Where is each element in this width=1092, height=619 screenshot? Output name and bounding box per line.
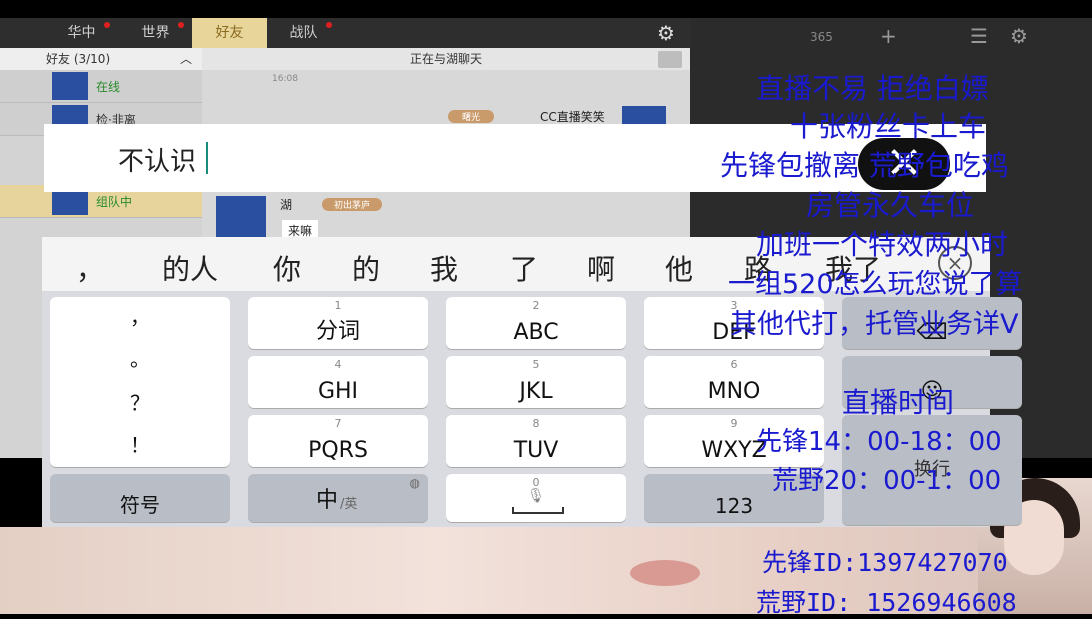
key-label: ABC (513, 320, 559, 345)
chevron-up-icon[interactable]: ︿ (180, 48, 192, 70)
input-text[interactable]: 不认识 (118, 141, 196, 178)
currency-counter: 365 (810, 30, 833, 44)
tab-label: 世界 (141, 25, 170, 41)
overlay-line: 荒野20：00-1：00 (772, 466, 1002, 496)
punct-period[interactable]: 。 (50, 343, 230, 372)
key-number: 8 (532, 417, 540, 430)
key-label: 123 (714, 494, 754, 518)
rank-tag: 初出茅庐 (322, 198, 383, 211)
punct-exclaim[interactable]: ！ (50, 429, 230, 458)
key-number: 2 (532, 299, 540, 312)
candidate[interactable]: 他 (665, 248, 693, 288)
tab-label: 好友 (215, 25, 244, 41)
overlay-line: 加班一个特效两小时 (756, 228, 1009, 261)
photo-lips (630, 560, 700, 586)
language-toggle-key[interactable]: 中 /英 ◍ (248, 474, 428, 522)
chat-time: 16:08 (272, 74, 298, 84)
key-number: 4 (334, 358, 342, 371)
candidate[interactable]: 你 (273, 248, 301, 288)
list-item[interactable]: 在线 (0, 70, 202, 103)
avatar (216, 196, 266, 240)
key-7[interactable]: 7 PQRS (248, 415, 428, 467)
friends-header[interactable]: 好友 (3/10) ︿ (0, 48, 202, 70)
key-number: 5 (532, 358, 540, 371)
friends-count: 好友 (3/10) (46, 52, 111, 66)
candidate[interactable]: 的人 (162, 248, 218, 288)
avatar (52, 72, 88, 100)
overlay-id-line: 先锋ID:1397427070 (762, 548, 1008, 577)
overlay-line: 其他代打，托管业务详V (730, 309, 1019, 340)
key-number: 1 (334, 299, 342, 312)
key-2[interactable]: 2 ABC (446, 297, 626, 349)
sender-name: CC直播笑笑 (540, 110, 605, 124)
menu-icon[interactable]: ☰ (970, 24, 988, 48)
sender-name: 湖 (280, 198, 293, 212)
key-6[interactable]: 6 MNO (644, 356, 824, 408)
key-number: 7 (334, 417, 342, 430)
candidate[interactable]: 的 (352, 248, 380, 288)
space-key[interactable]: 0 🎙 (446, 474, 626, 522)
candidate[interactable]: 了 (510, 248, 538, 288)
key-sublabel: /英 (340, 497, 358, 512)
overlay-line: 十张粉丝卡上车 (790, 110, 987, 143)
key-label: 分词 (315, 319, 360, 344)
trash-icon[interactable] (658, 51, 682, 68)
key-label: JKL (519, 379, 553, 404)
text-caret (206, 142, 208, 174)
tab-friends[interactable]: 好友 (192, 18, 267, 48)
overlay-line: 一组520怎么玩您说了算 (728, 269, 1023, 300)
globe-icon: ◍ (409, 476, 420, 490)
key-label: 中 (316, 488, 339, 513)
chat-title: 正在与湖聊天 (409, 52, 482, 66)
overlay-line: 房管永久车位 (806, 189, 975, 222)
candidate[interactable]: 啊 (587, 248, 615, 288)
notification-dot (326, 22, 332, 28)
punct-question[interactable]: ？ (50, 387, 230, 416)
overlay-line: 直播时间 (842, 386, 955, 419)
symbol-key[interactable]: 符号 (50, 474, 230, 522)
punct-comma[interactable]: ， (50, 301, 230, 330)
key-8[interactable]: 8 TUV (446, 415, 626, 467)
key-label: 符号 (120, 493, 160, 517)
key-1[interactable]: 1 分词 (248, 297, 428, 349)
overlay-line: 直播不易 拒绝白嫖 (756, 72, 989, 105)
punctuation-key[interactable]: ， 。 ？ ！ (50, 297, 230, 467)
mic-icon: 🎙 (527, 488, 545, 504)
key-label: MNO (707, 379, 761, 404)
rank-tag: 曙光 (448, 110, 495, 123)
candidate[interactable]: ， (76, 248, 104, 288)
tab-label: 华中 (67, 25, 96, 41)
gear-icon[interactable]: ⚙ (1010, 24, 1028, 48)
key-4[interactable]: 4 GHI (248, 356, 428, 408)
key-number: 6 (730, 358, 738, 371)
friend-status: 组队中 (96, 195, 133, 209)
overlay-line: 先锋包撤离 荒野包吃鸡 (720, 149, 1009, 182)
overlay-line: 先锋14：00-18：00 (756, 427, 1002, 457)
key-label: PQRS (308, 438, 368, 463)
key-5[interactable]: 5 JKL (446, 356, 626, 408)
notification-dot (104, 22, 110, 28)
candidate[interactable]: 我 (430, 248, 458, 288)
top-black-bar (0, 0, 1092, 18)
plus-icon[interactable]: + (880, 24, 897, 48)
space-icon (512, 507, 564, 514)
chat-tabs: 华中 世界 好友 战队 ⚙ (0, 18, 690, 48)
key-label: GHI (317, 379, 359, 404)
friend-status: 在线 (96, 80, 121, 94)
key-label: TUV (513, 438, 559, 463)
notification-dot (178, 22, 184, 28)
chat-header: 正在与湖聊天 (202, 48, 690, 70)
tab-label: 战队 (289, 25, 318, 41)
gear-icon[interactable]: ⚙ (655, 22, 677, 44)
